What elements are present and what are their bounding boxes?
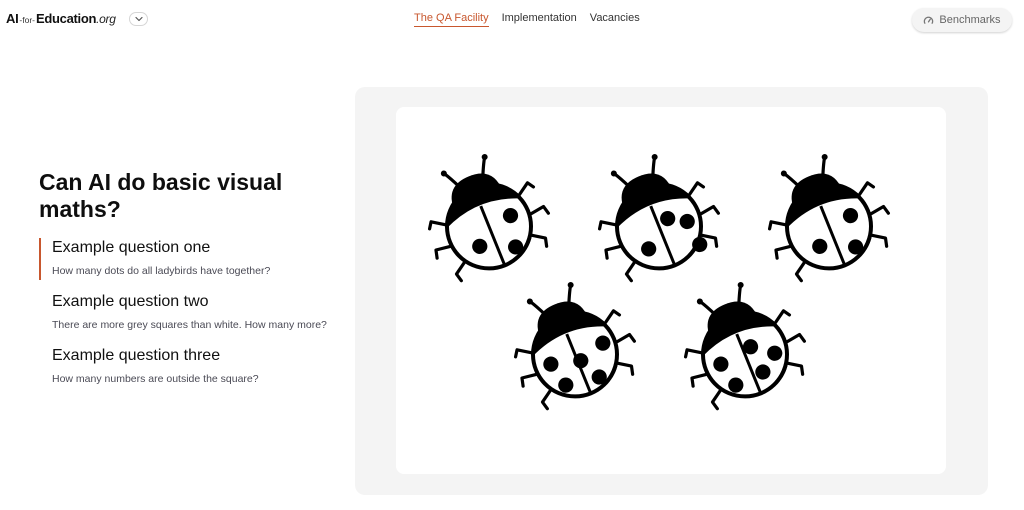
site-logo[interactable]: AI -for- Education .org	[6, 11, 116, 29]
question-description: How many dots do all ladybirds have toge…	[52, 265, 271, 277]
question-title: Example question two	[52, 293, 209, 310]
example-questions-list: Example question one How many dots do al…	[39, 238, 339, 400]
ladybird	[767, 153, 890, 283]
benchmarks-label: Benchmarks	[939, 14, 1001, 26]
nav-item-qa-facility[interactable]: The QA Facility	[414, 12, 489, 27]
main-nav: The QA Facility Implementation Vacancies	[414, 12, 640, 27]
ladybird	[427, 153, 550, 283]
nav-item-vacancies[interactable]: Vacancies	[590, 12, 640, 27]
question-image	[396, 107, 946, 474]
nav-item-implementation[interactable]: Implementation	[502, 12, 577, 27]
ladybird	[597, 153, 720, 283]
question-title: Example question three	[52, 347, 221, 364]
logo-org-text: .org	[96, 12, 116, 26]
top-header: AI -for- Education .org The QA Facility …	[0, 0, 1024, 40]
question-media-panel	[355, 87, 988, 495]
chevron-down-icon	[134, 16, 143, 22]
page-title: Can AI do basic visual maths?	[39, 169, 283, 222]
ladybirds-illustration	[427, 153, 890, 411]
question-description: There are more grey squares than white. …	[52, 319, 327, 331]
logo-education-text: Education	[36, 11, 97, 26]
logo-for-text: -for-	[19, 15, 35, 25]
benchmarks-button[interactable]: Benchmarks	[912, 8, 1012, 32]
ladybird	[683, 281, 806, 411]
gauge-icon	[924, 16, 934, 24]
question-description: How many numbers are outside the square?	[52, 373, 259, 385]
question-title: Example question one	[52, 239, 211, 256]
example-question-three[interactable]: Example question three How many numbers …	[39, 346, 339, 387]
ladybird	[513, 281, 636, 411]
logo-ai-text: AI	[6, 11, 19, 26]
example-question-two[interactable]: Example question two There are more grey…	[39, 292, 339, 333]
site-menu-toggle[interactable]	[129, 12, 148, 26]
example-question-one[interactable]: Example question one How many dots do al…	[39, 238, 339, 280]
